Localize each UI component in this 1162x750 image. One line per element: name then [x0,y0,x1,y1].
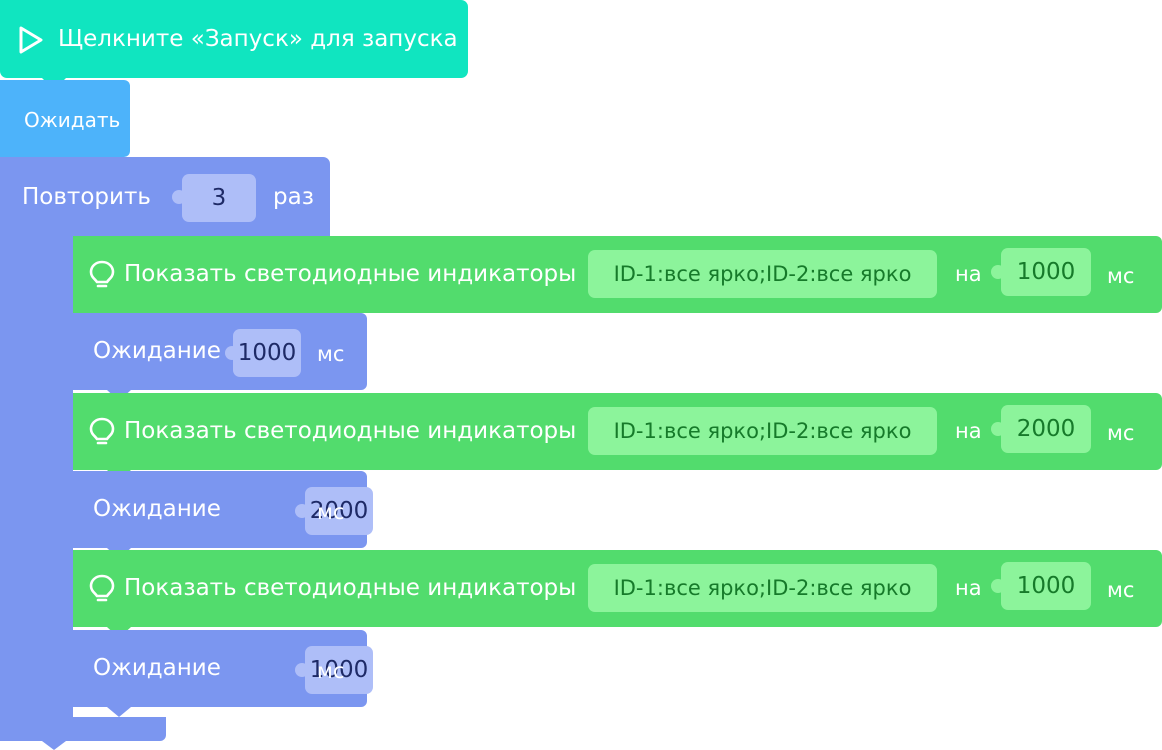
bulb-icon [89,417,115,445]
led-setting-dropdown[interactable]: ID-1:все ярко;ID-2:все ярко [588,564,937,612]
wait-ms-input[interactable]: 1000 [233,329,301,377]
start-event-block[interactable]: Щелкните «Запуск» для запуска [0,0,468,78]
duration-unit-label: мс [1107,264,1135,288]
repeat-block-footer [0,717,166,741]
wait-ms-unit-label: мс [317,659,345,683]
repeat-block-arm [0,237,73,717]
duration-input[interactable]: 1000 [1001,248,1091,296]
play-outline-icon [19,26,43,54]
block-connector [107,707,131,717]
duration-prefix-label: на [955,262,982,286]
repeat-block-connector [42,741,66,750]
wait-ms-unit-label: мс [317,500,345,524]
bulb-icon [89,260,115,288]
repeat-block[interactable]: Повторить 3 раз [0,157,330,237]
wait-block-label: Ожидать [24,108,121,132]
show-led-block-1[interactable]: Показать светодиодные индикаторы ID-1:вс… [73,236,1162,313]
show-led-label: Показать светодиодные индикаторы [124,261,577,287]
show-led-block-2[interactable]: Показать светодиодные индикаторы ID-1:вс… [73,393,1162,470]
led-setting-dropdown[interactable]: ID-1:все ярко;ID-2:все ярко [588,250,937,298]
wait-ms-block-3[interactable]: Ожидание 1000 мс [73,630,373,707]
wait-ms-label: Ожидание [93,338,221,364]
duration-input[interactable]: 2000 [1001,405,1091,453]
duration-prefix-label: на [955,419,982,443]
wait-block[interactable]: Ожидать [0,80,130,157]
bulb-icon [89,574,115,602]
wait-ms-label: Ожидание [93,655,221,681]
repeat-label: Повторить [22,184,151,210]
start-block-label: Щелкните «Запуск» для запуска [58,26,458,52]
show-led-label: Показать светодиодные индикаторы [124,575,577,601]
wait-ms-block-2[interactable]: Ожидание 2000 мс [73,471,373,548]
led-setting-dropdown[interactable]: ID-1:все ярко;ID-2:все ярко [588,407,937,455]
duration-unit-label: мс [1107,578,1135,602]
duration-unit-label: мс [1107,421,1135,445]
show-led-block-3[interactable]: Показать светодиодные индикаторы ID-1:вс… [73,550,1162,627]
repeat-unit-label: раз [273,184,314,210]
show-led-label: Показать светодиодные индикаторы [124,418,577,444]
duration-prefix-label: на [955,576,982,600]
wait-ms-label: Ожидание [93,496,221,522]
duration-input[interactable]: 1000 [1001,562,1091,610]
repeat-count-input[interactable]: 3 [182,174,256,222]
wait-ms-block-1[interactable]: Ожидание 1000 мс [73,313,367,390]
wait-ms-unit-label: мс [317,342,345,366]
